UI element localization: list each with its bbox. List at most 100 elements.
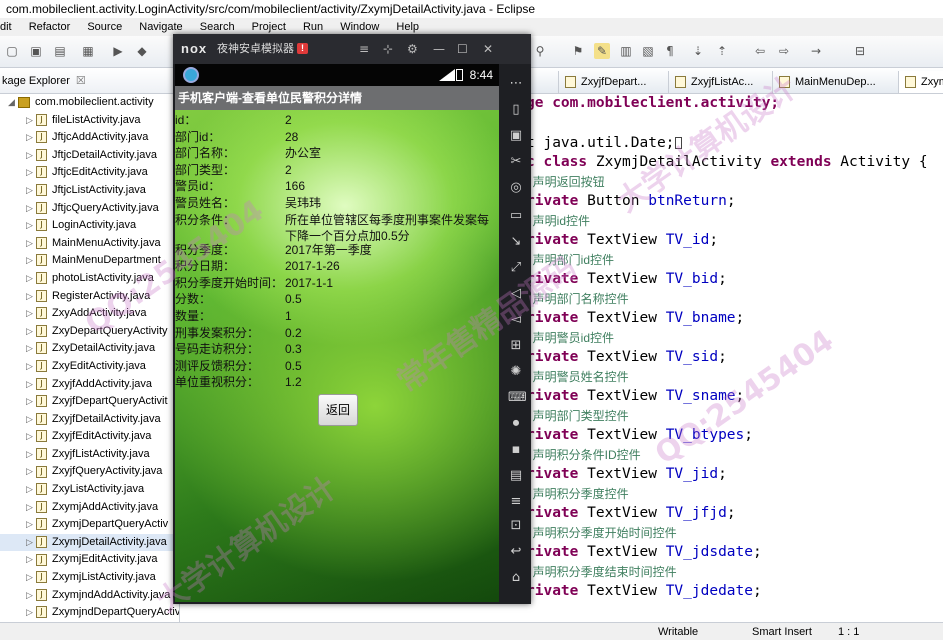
run-icon[interactable]: ▶ xyxy=(110,43,126,59)
apps-icon[interactable]: ⊡ xyxy=(508,518,524,534)
tree-item-file[interactable]: ▷ J ZxymjEditActivity.java xyxy=(0,551,179,569)
expand-icon[interactable]: ▷ xyxy=(26,588,36,606)
tree-item-file[interactable]: ▷ J ZxyListActivity.java xyxy=(0,481,179,499)
save-icon[interactable]: ▣ xyxy=(28,43,44,59)
expand-icon[interactable]: ▷ xyxy=(26,394,36,412)
hamburger-icon[interactable]: ≡ xyxy=(508,494,524,510)
tree-item-file[interactable]: ▷ J JftjcDetailActivity.java xyxy=(0,147,179,165)
loading-icon[interactable]: ✺ xyxy=(508,364,524,380)
more-icon[interactable]: ⋯ xyxy=(508,76,524,92)
maximize-icon[interactable]: ☐ xyxy=(457,34,468,64)
tree-item-file[interactable]: ▷ J ZxymjAddActivity.java xyxy=(0,499,179,517)
new-icon[interactable]: ▢ xyxy=(4,43,20,59)
expand-icon[interactable]: ▷ xyxy=(26,324,36,342)
tree-item-file[interactable]: ▷ J ZxyjfDepartQueryActivit xyxy=(0,393,179,411)
location-icon[interactable]: ◎ xyxy=(508,180,524,196)
fullscreen-icon[interactable]: ⤢ xyxy=(508,260,524,276)
install-apk-icon[interactable]: ⊞ xyxy=(508,338,524,354)
task-icon[interactable]: ¶ xyxy=(662,43,678,59)
tree-item-file[interactable]: ▷ J JftjcListActivity.java xyxy=(0,182,179,200)
expand-icon[interactable]: ▷ xyxy=(26,412,36,430)
expand-icon[interactable]: ▷ xyxy=(26,429,36,447)
expand-icon[interactable]: ▷ xyxy=(26,306,36,324)
expand-icon[interactable]: ▷ xyxy=(26,236,36,254)
back-button[interactable]: 返回 xyxy=(318,394,358,426)
debug-icon[interactable]: ◆ xyxy=(134,43,150,59)
expand-icon[interactable]: ▷ xyxy=(26,500,36,518)
keyboard-icon[interactable]: ⌨ xyxy=(508,390,527,406)
tree-item-file[interactable]: ▷ JphotoListActivity.java xyxy=(0,270,179,288)
close-window-icon[interactable]: ✕ xyxy=(483,34,493,64)
mark-icon[interactable]: ▧ xyxy=(640,43,656,59)
tree-item-file[interactable]: ▷ J ZxymjDetailActivity.java xyxy=(0,533,179,553)
expand-icon[interactable]: ▷ xyxy=(26,570,36,588)
multi-window-icon[interactable]: ▤ xyxy=(508,468,524,484)
emulator-titlebar[interactable]: nox 夜神安卓模拟器 ! ≡ ⊹ ⚙ — ☐ ✕ xyxy=(173,34,531,64)
tree-item-file[interactable]: ▷ J MainMenuActivity.java xyxy=(0,235,179,253)
expand-icon[interactable]: ▷ xyxy=(26,165,36,183)
tree-item-file[interactable]: ▷ J LoginActivity.java xyxy=(0,217,179,235)
phone-icon[interactable]: ▯ xyxy=(508,102,524,118)
expand-icon[interactable]: ▷ xyxy=(26,341,36,359)
toggle-icon[interactable]: ▥ xyxy=(618,43,634,59)
shrink-icon[interactable]: ↘ xyxy=(508,234,524,250)
expand-icon[interactable]: ▷ xyxy=(26,552,36,570)
tree-item-file[interactable]: ▷J ZxymjndDepartQueryActivity.java xyxy=(0,604,179,622)
tree-item-file[interactable]: ▷ J ZxyjfDetailActivity.java xyxy=(0,411,179,429)
expand-icon[interactable]: ▷ xyxy=(26,482,36,500)
android-screen[interactable]: 8:44 手机客户端-查看单位民警积分详情 id： 2 部门id： 28 部门名称： 办公… xyxy=(175,64,499,602)
prev-annotation-icon[interactable]: ⇡ xyxy=(714,43,730,59)
tree-item-file[interactable]: ▷ J JftjcQueryActivity.java xyxy=(0,200,179,218)
tab-zxyjflistac[interactable]: ZxyjfListAc... xyxy=(668,71,761,93)
nox-emulator-window[interactable]: nox 夜神安卓模拟器 ! ≡ ⊹ ⚙ — ☐ ✕ 8:44 手机客户端-查看单… xyxy=(173,34,531,604)
expand-icon[interactable]: ▷ xyxy=(26,148,36,166)
expand-icon[interactable]: ▷ xyxy=(26,359,36,377)
back-nav-icon[interactable]: ⇦ xyxy=(752,43,768,59)
tab-zxymjdetail[interactable]: Zxym xyxy=(898,71,943,93)
expand-icon[interactable]: ▷ xyxy=(26,183,36,201)
tree-item-file[interactable]: ▷ J ZxymjListActivity.java xyxy=(0,569,179,587)
expand-icon[interactable]: ▷ xyxy=(26,447,36,465)
settings-icon[interactable]: ⚙ xyxy=(407,34,418,64)
record-icon[interactable]: ⏺ xyxy=(508,416,524,432)
tree-item-file[interactable]: ▷ JfileListActivity.java xyxy=(0,112,179,130)
expand-icon[interactable]: ▷ xyxy=(26,289,36,307)
tree-item-file[interactable]: ▷ J ZxyjfListActivity.java xyxy=(0,446,179,464)
tree-item-file[interactable]: ▷ J RegisterActivity.java xyxy=(0,288,179,306)
expand-icon[interactable]: ▷ xyxy=(26,535,36,553)
expand-icon[interactable]: ▷ xyxy=(26,377,36,395)
code-editor[interactable]: ge com.mobileclient.activity; t java.uti… xyxy=(520,94,943,622)
tree-item-file[interactable]: ▷ J JftjcAddActivity.java xyxy=(0,129,179,147)
tree-item-file[interactable]: ▷ J JftjcEditActivity.java xyxy=(0,164,179,182)
highlight-icon[interactable]: ✎ xyxy=(594,43,610,59)
menu-source[interactable]: Source xyxy=(87,18,122,36)
tab-mainmenudep[interactable]: MainMenuDep... xyxy=(772,71,884,93)
expand-icon[interactable]: ▷ xyxy=(26,113,36,131)
expand-icon[interactable]: ▷ xyxy=(26,218,36,236)
tree-item-file[interactable]: ▷ J MainMenuDepartment xyxy=(0,252,179,270)
print-icon[interactable]: ▤ xyxy=(52,43,68,59)
go-icon[interactable]: → xyxy=(808,43,824,59)
back-icon[interactable]: ↩ xyxy=(508,544,524,560)
expand-icon[interactable]: ▷ xyxy=(26,271,36,289)
volume-down-icon[interactable]: ◅ xyxy=(508,312,524,328)
volume-up-icon[interactable]: ◁ xyxy=(508,286,524,302)
robot-icon[interactable]: ▣ xyxy=(508,128,524,144)
tree-item-file[interactable]: ▷ J ZxyjfAddActivity.java xyxy=(0,376,179,394)
home-icon[interactable]: ⌂ xyxy=(508,570,524,586)
minimize-icon[interactable]: — xyxy=(433,34,445,64)
close-icon[interactable]: ☒ xyxy=(76,75,86,87)
tree-item-file[interactable]: ▷ J ZxyAddActivity.java xyxy=(0,305,179,323)
next-annotation-icon[interactable]: ⇣ xyxy=(690,43,706,59)
expand-icon[interactable]: ▷ xyxy=(26,517,36,535)
menu-icon[interactable]: ≡ xyxy=(359,34,369,64)
menu-edit[interactable]: dit xyxy=(0,18,12,36)
tree-item-file[interactable]: ▷ J ZxyEditActivity.java xyxy=(0,358,179,376)
camera-icon[interactable]: ▪ xyxy=(508,442,524,458)
expand-icon[interactable]: ▷ xyxy=(26,253,36,271)
scissors-icon[interactable]: ✂ xyxy=(508,154,524,170)
expand-icon[interactable]: ▷ xyxy=(26,605,36,622)
tree-item-file[interactable]: ▷ J ZxymjndAddActivity.java xyxy=(0,587,179,605)
pin-icon[interactable]: ⚑ xyxy=(570,43,586,59)
tree-item-file[interactable]: ▷ J ZxyDepartQueryActivity xyxy=(0,323,179,341)
